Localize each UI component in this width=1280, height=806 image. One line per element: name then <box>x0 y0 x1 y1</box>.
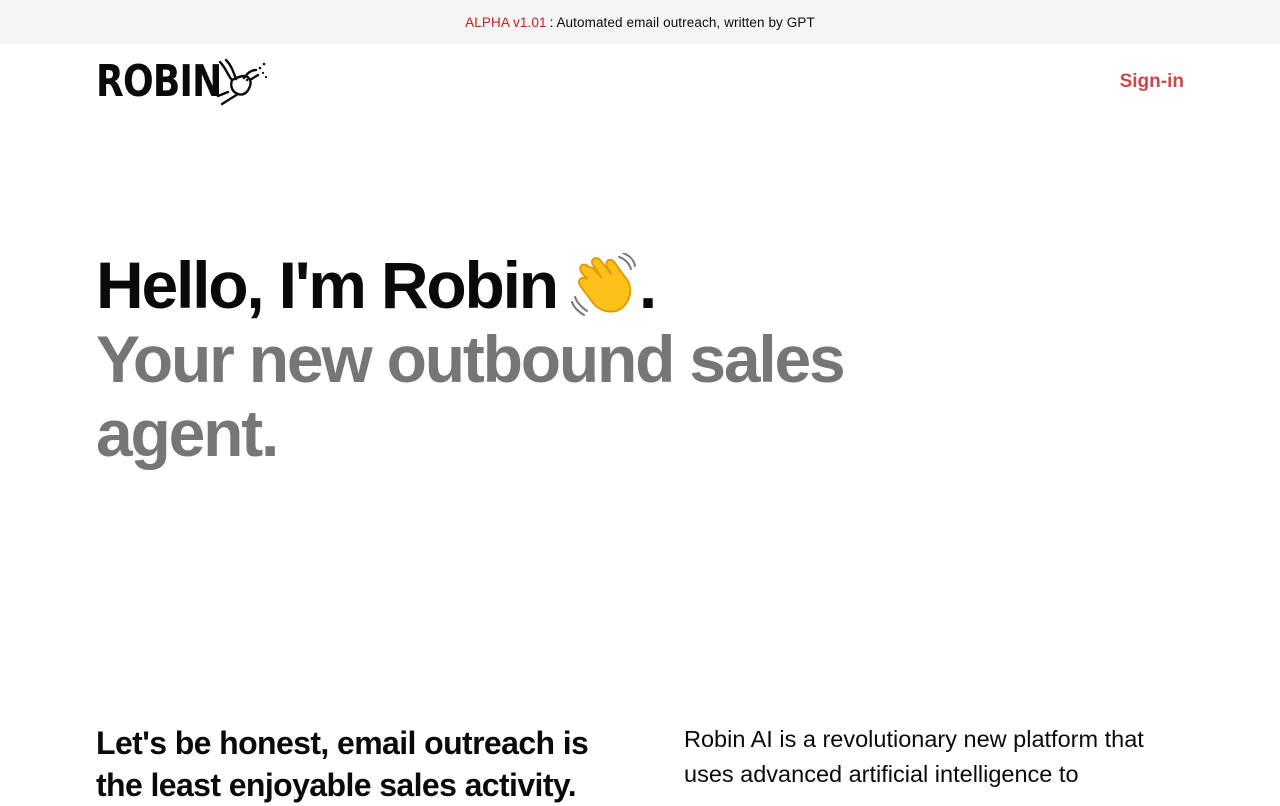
announcement-banner: ALPHA v1.01 : Automated email outreach, … <box>0 0 1280 44</box>
intro-body: Robin AI is a revolutionary new platform… <box>684 726 1144 787</box>
hero-greeting-line: Hello, I'm Robin . <box>96 248 896 322</box>
banner-separator: : <box>549 14 554 30</box>
sign-in-link[interactable]: Sign-in <box>1120 71 1184 93</box>
hero-heading: Hello, I'm Robin . Your new outbound sal… <box>96 248 896 470</box>
banner-message: Automated email outreach, written by GPT <box>556 14 815 30</box>
hummingbird-icon <box>214 58 268 106</box>
intro-heading: Let's be honest, email outreach is the l… <box>96 725 589 803</box>
intro-section: Let's be honest, email outreach is the l… <box>96 722 1184 806</box>
hero-tagline: Your new outbound sales agent. <box>96 322 846 470</box>
logo-wordmark: ROBIN <box>96 56 222 107</box>
site-logo[interactable]: ROBIN <box>96 58 268 106</box>
hero-greeting-period: . <box>638 248 657 322</box>
hero-section: Hello, I'm Robin . Your new outbound sal… <box>96 248 896 470</box>
waving-hand-icon <box>570 253 637 317</box>
hero-greeting: Hello, I'm Robin <box>96 248 559 322</box>
banner-version: ALPHA v1.01 <box>465 14 547 30</box>
top-navigation: ROBIN Sign-in <box>96 56 1184 108</box>
